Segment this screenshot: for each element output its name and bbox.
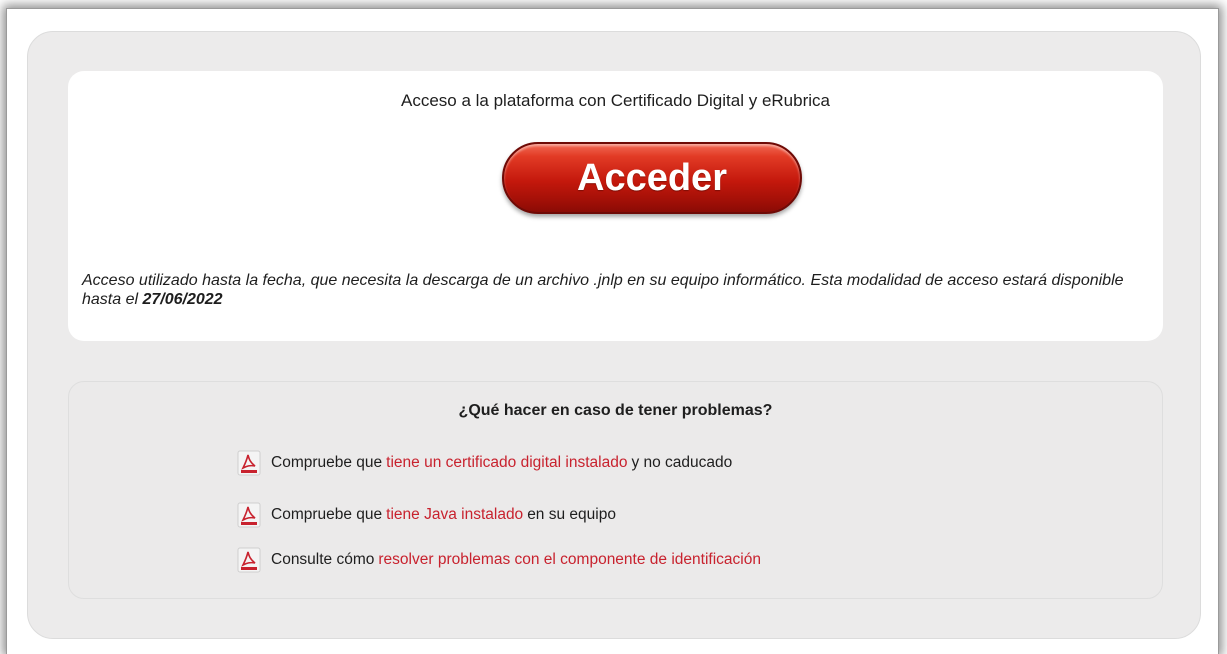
help-item-java: Compruebe que tiene Java instalado en su… bbox=[237, 502, 616, 528]
help-item-certificate: Compruebe que tiene un certificado digit… bbox=[237, 450, 732, 476]
access-description-text: Acceso utilizado hasta la fecha, que nec… bbox=[82, 272, 1124, 308]
certificate-help-link[interactable]: tiene un certificado digital instalado bbox=[386, 454, 627, 472]
help-item-prefix: Consulte cómo bbox=[271, 551, 375, 568]
help-item-identification: Consulte cómo resolver problemas con el … bbox=[237, 547, 765, 573]
java-help-link[interactable]: tiene Java instalado bbox=[386, 506, 523, 524]
pdf-icon[interactable] bbox=[237, 502, 261, 528]
pdf-icon[interactable] bbox=[237, 450, 261, 476]
help-item-prefix: Compruebe que bbox=[271, 506, 383, 523]
help-section: ¿Qué hacer en caso de tener problemas? C… bbox=[68, 381, 1163, 599]
help-item-suffix: en su equipo bbox=[527, 506, 616, 523]
help-item-prefix: Compruebe que bbox=[271, 454, 383, 471]
identification-help-link[interactable]: resolver problemas con el componente de … bbox=[378, 551, 761, 569]
access-description: Acceso utilizado hasta la fecha, que nec… bbox=[82, 271, 1152, 309]
access-section: Acceso a la plataforma con Certificado D… bbox=[68, 71, 1163, 341]
access-deadline-date: 27/06/2022 bbox=[142, 291, 223, 308]
access-title: Acceso a la plataforma con Certificado D… bbox=[401, 91, 830, 110]
help-item-suffix: y no caducado bbox=[631, 454, 733, 471]
help-title: ¿Qué hacer en caso de tener problemas? bbox=[458, 402, 773, 419]
acceder-button[interactable]: Acceder bbox=[502, 142, 802, 214]
pdf-icon[interactable] bbox=[237, 547, 261, 573]
